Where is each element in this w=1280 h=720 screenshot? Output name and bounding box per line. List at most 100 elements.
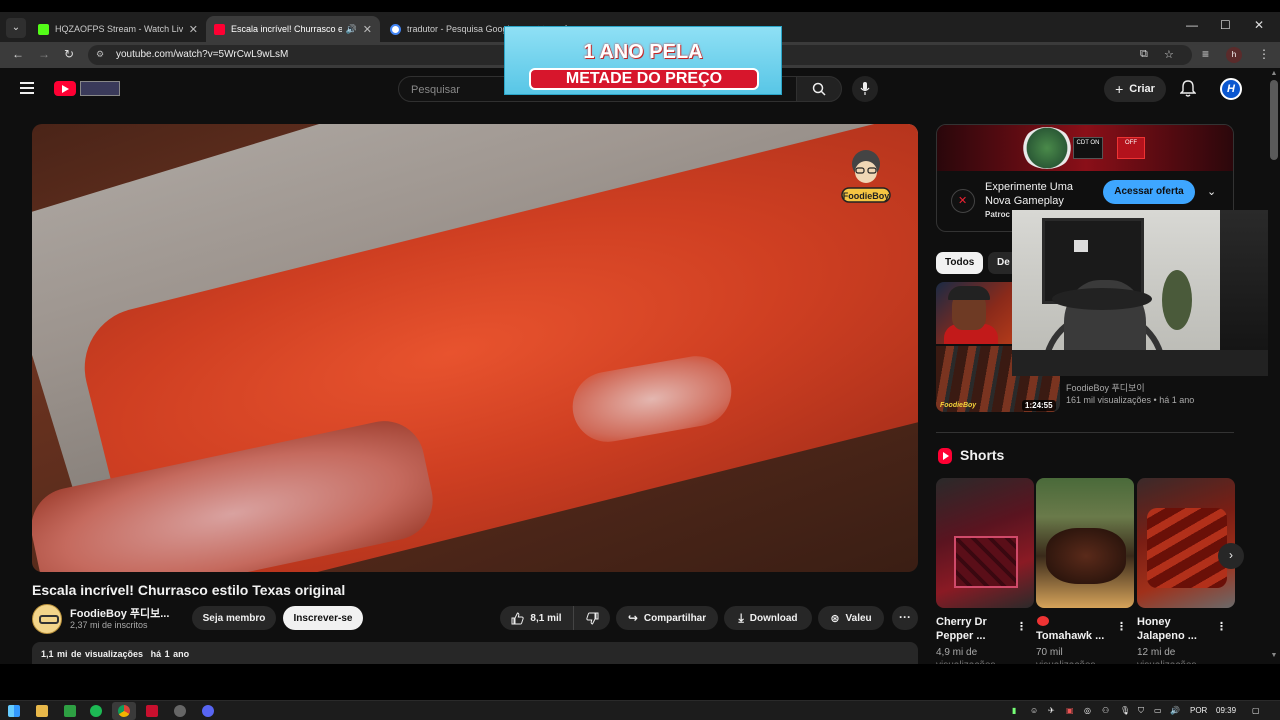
- chevron-down-icon[interactable]: ⌄: [1207, 185, 1216, 198]
- tray-volume-icon[interactable]: 🔊: [1170, 706, 1180, 715]
- keyboard-language[interactable]: POR: [1190, 706, 1207, 715]
- ad-banner-image[interactable]: CDT ON OFF: [937, 125, 1233, 171]
- subscribe-button[interactable]: Inscrever-se: [283, 606, 363, 630]
- nvidia-icon[interactable]: [64, 705, 76, 717]
- description-box[interactable]: 1,1 mi de visualizações há 1 ano: [32, 642, 918, 664]
- tray-mic-icon[interactable]: 🎙: [1120, 706, 1130, 715]
- back-arrow-icon[interactable]: ←: [12, 47, 24, 61]
- cam-cap: [1052, 288, 1152, 310]
- short-title-3[interactable]: Honey Jalapeno ...: [1137, 615, 1217, 643]
- spotify-icon[interactable]: [90, 705, 102, 717]
- scrollbar-thumb[interactable]: [1270, 80, 1278, 160]
- join-label: Seja membro: [202, 612, 266, 624]
- short-3-food: [1147, 508, 1227, 588]
- screen: ⌄ HQZAOFPS Stream - Watch Live ✕ Escala …: [0, 0, 1280, 720]
- tab-search-icon[interactable]: ⌄: [6, 18, 26, 38]
- reload-icon[interactable]: ↻: [64, 47, 74, 61]
- download-label: Download: [749, 612, 798, 624]
- chip-all[interactable]: Todos: [936, 252, 984, 274]
- short-3-more-icon[interactable]: ⋮: [1216, 620, 1227, 633]
- url-text: youtube.com/watch?v=5WrCwL9wLsM: [116, 49, 289, 60]
- short-thumbnail-3[interactable]: [1137, 478, 1235, 608]
- shorts-section-title: Shorts: [960, 447, 1005, 463]
- channel-name[interactable]: FoodieBoy 푸디보...: [70, 605, 169, 621]
- google-favicon-icon: [390, 23, 401, 35]
- short-title-2[interactable]: Tomahawk ...: [1036, 629, 1116, 643]
- channel-avatar[interactable]: [32, 604, 62, 634]
- kick-favicon-icon: [38, 23, 49, 35]
- install-app-icon[interactable]: ⧉: [1140, 48, 1148, 61]
- tab-close-icon[interactable]: ✕: [189, 23, 198, 36]
- tab-youtube-video[interactable]: Escala incrível! Churrasco estilo Texas …: [206, 16, 380, 42]
- recommended-channel[interactable]: FoodieBoy 푸디보이: [1066, 381, 1145, 394]
- maximize-icon[interactable]: ☐: [1220, 18, 1231, 32]
- short-2-flame-icon: [1037, 616, 1049, 626]
- scroll-down-icon[interactable]: ▼: [1268, 652, 1280, 659]
- media-controls-icon[interactable]: ≡: [1202, 47, 1209, 61]
- voice-search-button[interactable]: [852, 76, 878, 102]
- like-button[interactable]: 8,1 mil: [500, 606, 574, 630]
- steam-icon[interactable]: [174, 705, 186, 717]
- menu-icon[interactable]: [20, 82, 34, 94]
- short-thumbnail-1[interactable]: [936, 478, 1034, 608]
- tray-nvidia-icon[interactable]: ▮: [1012, 706, 1016, 715]
- short-2-more-icon[interactable]: ⋮: [1116, 620, 1127, 633]
- notifications-bell-icon[interactable]: [1180, 80, 1196, 98]
- browser-menu-icon[interactable]: ⋮: [1258, 47, 1270, 61]
- thanks-label: Valeu: [845, 612, 872, 624]
- video-duration-badge: 1:24:55: [1022, 400, 1056, 411]
- tray-bluetooth-icon[interactable]: ⚇: [1102, 706, 1109, 715]
- super-thanks-icon: ⊛: [830, 612, 840, 625]
- close-window-icon[interactable]: ✕: [1254, 18, 1264, 32]
- tray-steam-icon[interactable]: ◎: [1084, 706, 1091, 715]
- share-button[interactable]: ↪ Compartilhar: [616, 606, 718, 630]
- forward-arrow-icon[interactable]: →: [38, 47, 50, 61]
- shorts-next-button[interactable]: ›: [1218, 543, 1244, 569]
- os-taskbar: ▮ ☺ ✈ ▣ ◎ ⚇ 🎙 ⛉ ▭ 🔊 POR 09:39 ▢: [0, 700, 1280, 720]
- create-button[interactable]: + Criar: [1104, 76, 1166, 102]
- short-title-1[interactable]: Cherry Dr Pepper ...: [936, 615, 1016, 643]
- short-2-food: [1046, 528, 1126, 584]
- site-info-icon[interactable]: ⚙: [96, 49, 104, 60]
- scroll-up-icon[interactable]: ▲: [1268, 70, 1280, 77]
- tray-network-icon[interactable]: ▭: [1154, 706, 1162, 715]
- youtube-logo-icon[interactable]: [54, 81, 76, 96]
- join-member-button[interactable]: Seja membro: [192, 606, 276, 630]
- clock-time[interactable]: 09:39: [1216, 706, 1236, 715]
- promo-overlay-banner[interactable]: 1 ANO PELA METADE DO PREÇO: [504, 26, 782, 95]
- minimize-icon[interactable]: —: [1186, 18, 1198, 32]
- dislike-button[interactable]: [574, 606, 610, 630]
- tray-app-icon[interactable]: ✈: [1048, 706, 1055, 715]
- short-thumbnail-2[interactable]: [1036, 478, 1134, 608]
- tray-recorder-icon[interactable]: ▣: [1066, 706, 1074, 715]
- profile-avatar[interactable]: h: [1226, 47, 1242, 63]
- channel-watermark-icon[interactable]: FoodieBoy: [838, 146, 894, 208]
- more-actions-button[interactable]: ···: [892, 606, 918, 630]
- news-app-icon[interactable]: [146, 705, 158, 717]
- bookmark-star-icon[interactable]: ☆: [1164, 48, 1174, 61]
- tray-discord-icon[interactable]: ☺: [1030, 706, 1038, 715]
- tray-security-icon[interactable]: ⛉: [1138, 706, 1144, 716]
- tab-hqzaofps[interactable]: HQZAOFPS Stream - Watch Live ✕: [30, 16, 206, 42]
- search-button[interactable]: [796, 76, 842, 102]
- windows-start-icon[interactable]: [8, 705, 20, 717]
- plus-icon: +: [1115, 81, 1124, 97]
- recommended-thumbnail-top[interactable]: [936, 282, 1012, 344]
- subscribe-label: Inscrever-se: [293, 612, 353, 624]
- download-button[interactable]: ⤓ Download: [724, 606, 812, 630]
- advertiser-logo-icon[interactable]: [951, 189, 975, 213]
- discord-icon[interactable]: [202, 705, 214, 717]
- speaker-icon[interactable]: 🔊: [346, 24, 357, 35]
- account-avatar[interactable]: H: [1220, 78, 1242, 100]
- file-explorer-icon[interactable]: [36, 705, 48, 717]
- thanks-button[interactable]: ⊛ Valeu: [818, 606, 884, 630]
- tab-close-icon[interactable]: ✕: [363, 23, 372, 36]
- notification-center-icon[interactable]: ▢: [1252, 706, 1260, 715]
- short-1-more-icon[interactable]: ⋮: [1016, 620, 1027, 633]
- tab-title: Escala incrível! Churrasco estilo Texas …: [231, 24, 342, 34]
- youtube-favicon-icon: [214, 23, 225, 35]
- chrome-icon[interactable]: [118, 705, 130, 717]
- search-placeholder: Pesquisar: [411, 84, 460, 96]
- ad-cta-button[interactable]: Acessar oferta: [1103, 180, 1195, 204]
- video-player[interactable]: FoodieBoy: [32, 124, 918, 572]
